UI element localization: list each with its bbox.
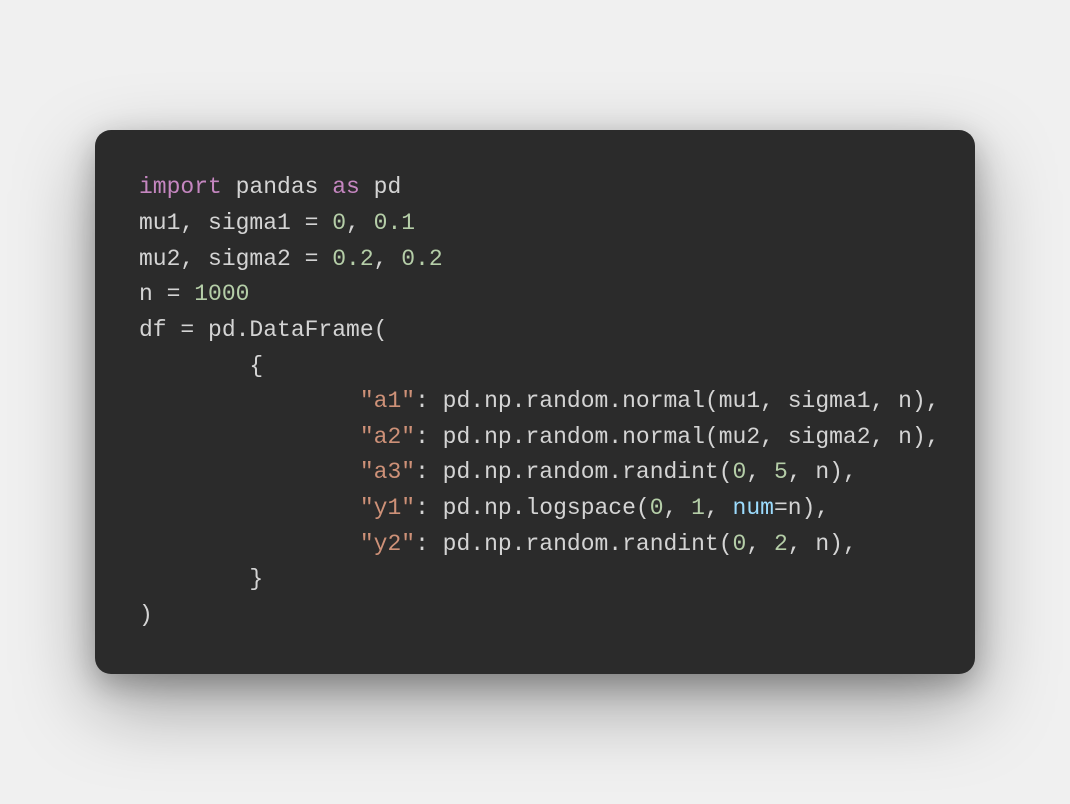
code-line-9: "a3": pd.np.random.randint(0, 5, n), — [139, 459, 857, 485]
code-line-1: import pandas as pd — [139, 174, 401, 200]
code-line-10: "y1": pd.np.logspace(0, 1, num=n), — [139, 495, 829, 521]
code-line-5: df = pd.DataFrame( — [139, 317, 387, 343]
code-line-8: "a2": pd.np.random.normal(mu2, sigma2, n… — [139, 424, 940, 450]
code-line-2: mu1, sigma1 = 0, 0.1 — [139, 210, 415, 236]
code-line-13: ) — [139, 602, 153, 628]
code-line-6: { — [139, 353, 263, 379]
code-line-3: mu2, sigma2 = 0.2, 0.2 — [139, 246, 443, 272]
code-line-11: "y2": pd.np.random.randint(0, 2, n), — [139, 531, 857, 557]
code-line-12: } — [139, 566, 263, 592]
code-card: import pandas as pd mu1, sigma1 = 0, 0.1… — [95, 130, 975, 673]
code-line-4: n = 1000 — [139, 281, 249, 307]
code-line-7: "a1": pd.np.random.normal(mu1, sigma1, n… — [139, 388, 940, 414]
code-block: import pandas as pd mu1, sigma1 = 0, 0.1… — [139, 170, 931, 633]
